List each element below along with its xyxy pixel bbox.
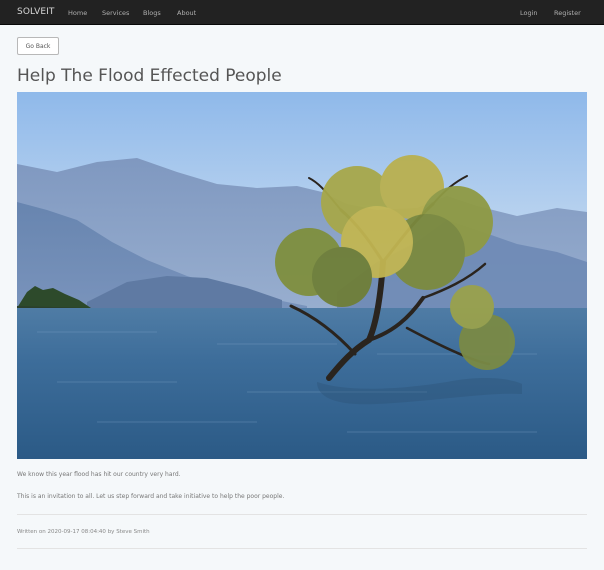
top-navbar: SOLVEIT Home Services Blogs About Login … [0, 0, 604, 25]
post-meta: Written on 2020-09-17 08:04:40 by Steve … [17, 529, 150, 535]
post-body-line: This is an invitation to all. Let us ste… [17, 493, 285, 500]
nav-blogs-link[interactable]: Blogs [143, 9, 161, 17]
brand-link[interactable]: SOLVEIT [17, 7, 55, 17]
post-title: Help The Flood Effected People [17, 66, 282, 86]
nav-register-link[interactable]: Register [554, 9, 581, 17]
meta-prefix: Written on [17, 529, 46, 535]
meta-author: Steve Smith [116, 529, 150, 535]
nav-home-link[interactable]: Home [68, 9, 87, 17]
divider [17, 514, 587, 515]
go-back-button[interactable]: Go Back [17, 37, 59, 55]
meta-date: 2020-09-17 08:04:40 [47, 529, 106, 535]
nav-services-link[interactable]: Services [102, 9, 129, 17]
nav-login-link[interactable]: Login [520, 9, 538, 17]
nav-about-link[interactable]: About [177, 9, 196, 17]
post-cover-image [17, 92, 587, 459]
divider [17, 548, 587, 549]
post-body-line: We know this year flood has hit our coun… [17, 471, 181, 478]
meta-by: by [107, 529, 115, 535]
